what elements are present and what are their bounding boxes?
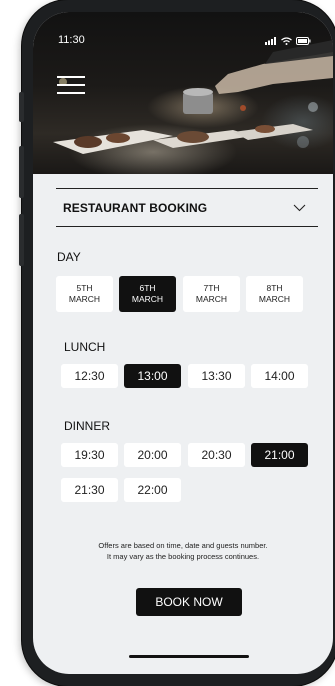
- booking-note: Offers are based on time, date and guest…: [33, 540, 333, 562]
- status-time: 11:30: [58, 34, 85, 46]
- dinner-label: DINNER: [64, 419, 111, 433]
- lunch-label: LUNCH: [64, 340, 106, 354]
- signal-icon: [265, 37, 276, 45]
- lunch-time-1400[interactable]: 14:00: [251, 364, 308, 388]
- volume-down-button: [19, 214, 24, 266]
- book-now-button[interactable]: BOOK NOW: [136, 588, 242, 616]
- chevron-down-icon: [293, 204, 306, 211]
- date-line1: 8TH: [266, 283, 283, 293]
- wifi-icon: [281, 37, 292, 45]
- dinner-time-2000[interactable]: 20:00: [124, 443, 181, 467]
- date-line2: MARCH: [131, 294, 164, 304]
- date-option-8th-march[interactable]: 8TH MARCH: [246, 276, 303, 312]
- day-label: DAY: [57, 250, 81, 264]
- silent-switch: [19, 92, 24, 122]
- date-line2: MARCH: [258, 294, 291, 304]
- status-icons: [265, 37, 311, 45]
- date-line1: 7TH: [203, 283, 220, 293]
- lunch-time-1300[interactable]: 13:00: [124, 364, 181, 388]
- dinner-time-2200[interactable]: 22:00: [124, 478, 181, 502]
- date-line1: 6TH: [139, 283, 156, 293]
- note-line2: It may vary as the booking process conti…: [106, 552, 260, 561]
- date-option-7th-march[interactable]: 7TH MARCH: [183, 276, 240, 312]
- battery-icon: [296, 37, 311, 45]
- booking-type-dropdown[interactable]: RESTAURANT BOOKING: [56, 188, 318, 227]
- date-option-5th-march[interactable]: 5TH MARCH: [56, 276, 113, 312]
- dinner-time-2130[interactable]: 21:30: [61, 478, 118, 502]
- booking-title: RESTAURANT BOOKING: [63, 200, 208, 215]
- phone-screen: 11:30 RESTAURANT BOOKING DAY 5TH MARCH 6…: [33, 12, 333, 674]
- lunch-time-1330[interactable]: 13:30: [188, 364, 245, 388]
- date-option-6th-march[interactable]: 6TH MARCH: [119, 276, 176, 312]
- dinner-time-2030[interactable]: 20:30: [188, 443, 245, 467]
- lunch-time-1230[interactable]: 12:30: [61, 364, 118, 388]
- volume-up-button: [19, 146, 24, 198]
- dinner-time-2100[interactable]: 21:00: [251, 443, 308, 467]
- date-line2: MARCH: [68, 294, 101, 304]
- menu-button[interactable]: [57, 76, 85, 98]
- date-line1: 5TH: [76, 283, 93, 293]
- date-line2: MARCH: [195, 294, 228, 304]
- home-indicator[interactable]: [129, 655, 249, 658]
- note-line1: Offers are based on time, date and guest…: [98, 541, 268, 550]
- dinner-time-1930[interactable]: 19:30: [61, 443, 118, 467]
